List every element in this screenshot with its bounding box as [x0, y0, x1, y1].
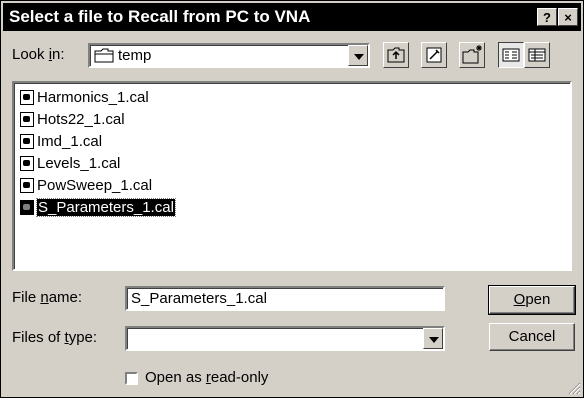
look-in-combo[interactable]: temp — [88, 43, 370, 68]
file-name-label: File name: — [12, 289, 83, 306]
list-item-selected[interactable]: S_Parameters_1.cal — [20, 197, 176, 218]
list-item[interactable]: Hots22_1.cal — [20, 109, 125, 130]
list-view-button[interactable] — [498, 42, 524, 68]
close-button[interactable]: × — [558, 8, 578, 26]
cal-file-icon — [20, 178, 34, 193]
cancel-button[interactable]: Cancel — [489, 323, 575, 351]
create-new-folder-button[interactable] — [421, 42, 447, 68]
details-view-button[interactable] — [524, 42, 550, 68]
file-list[interactable]: Harmonics_1.cal Hots22_1.cal Imd_1.cal L… — [12, 81, 572, 271]
new-folder-icon — [462, 45, 482, 64]
up-folder-icon — [387, 47, 405, 63]
cal-file-icon — [20, 90, 34, 105]
list-item[interactable]: Harmonics_1.cal — [20, 87, 149, 108]
help-button[interactable]: ? — [537, 8, 557, 26]
chevron-down-icon — [429, 337, 439, 343]
file-type-dropdown-button[interactable] — [423, 328, 443, 349]
open-button[interactable]: Open — [488, 285, 576, 315]
cal-file-icon — [20, 200, 34, 215]
cal-file-icon — [20, 156, 34, 171]
look-in-dropdown-button[interactable] — [348, 45, 368, 66]
file-name-input[interactable]: S_Parameters_1.cal — [125, 286, 445, 311]
cal-file-icon — [20, 112, 34, 127]
list-item[interactable]: Levels_1.cal — [20, 153, 120, 174]
resize-grip-icon[interactable] — [567, 381, 581, 395]
up-one-level-button[interactable] — [383, 42, 409, 68]
look-in-label: Look in: — [12, 46, 65, 63]
read-only-label[interactable]: Open as read-only — [145, 369, 268, 386]
list-item[interactable]: PowSweep_1.cal — [20, 175, 152, 196]
edit-icon — [426, 47, 442, 63]
look-in-value: temp — [118, 47, 152, 64]
cal-file-icon — [20, 134, 34, 149]
list-view-icon — [502, 48, 520, 62]
list-item[interactable]: Imd_1.cal — [20, 131, 102, 152]
dialog-title: Select a file to Recall from PC to VNA — [9, 7, 311, 26]
folder-icon — [94, 48, 114, 68]
files-of-type-select[interactable] — [125, 326, 445, 351]
details-view-icon — [528, 48, 546, 62]
read-only-checkbox[interactable] — [125, 372, 138, 385]
chevron-down-icon — [354, 54, 364, 60]
files-of-type-label: Files of type: — [12, 329, 98, 346]
file-open-dialog: Select a file to Recall from PC to VNA ?… — [0, 0, 584, 398]
title-bar: Select a file to Recall from PC to VNA ?… — [3, 3, 581, 31]
new-folder-button[interactable] — [459, 42, 485, 68]
